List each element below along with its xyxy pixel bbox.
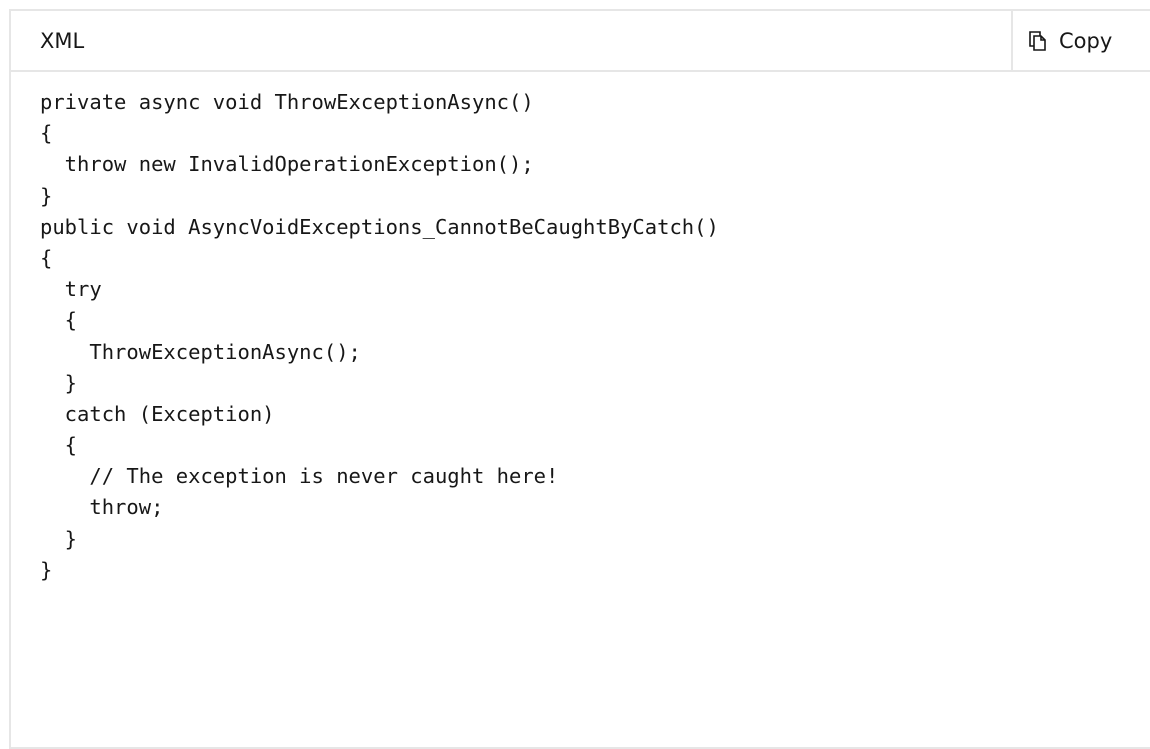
code-line: private async void ThrowExceptionAsync() — [40, 90, 534, 114]
code-line: throw new InvalidOperationException(); — [40, 152, 534, 177]
code-line: public void AsyncVoidExceptions_CannotBe… — [40, 214, 719, 239]
code-line: { — [40, 308, 78, 333]
code-line: // The exception is never caught here! — [40, 464, 559, 489]
code-line: ThrowExceptionAsync(); — [40, 339, 361, 364]
code-line: { — [40, 121, 53, 146]
code-line: throw; — [40, 495, 164, 520]
copy-label: Copy — [1059, 28, 1113, 53]
code-line: { — [40, 433, 78, 458]
code-header: XML Copy — [11, 11, 1150, 72]
code-line: } — [40, 183, 53, 208]
code-line: } — [40, 526, 78, 551]
code-line: { — [40, 245, 53, 270]
code-line: } — [40, 370, 78, 395]
code-body: private async void ThrowExceptionAsync()… — [40, 87, 719, 586]
code-line: catch (Exception) — [40, 401, 275, 426]
copy-icon — [1027, 30, 1049, 52]
code-line: } — [40, 557, 53, 582]
code-line: try — [40, 277, 102, 302]
copy-button[interactable]: Copy — [1011, 11, 1150, 70]
code-block: XML Copy private async void ThrowExcepti… — [9, 9, 1150, 749]
language-label: XML — [40, 29, 85, 53]
